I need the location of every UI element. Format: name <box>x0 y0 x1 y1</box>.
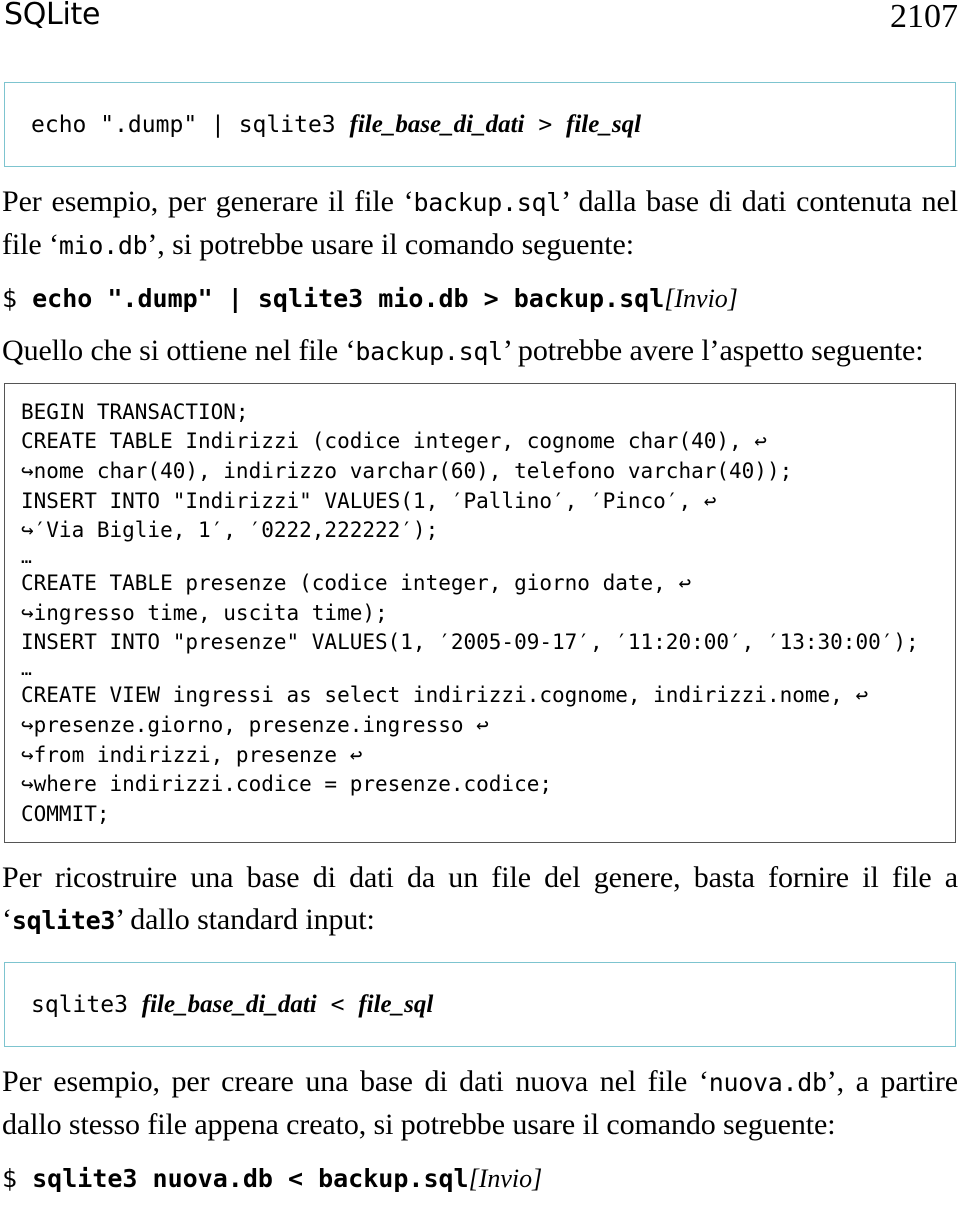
syntax-line: echo ".dump" | sqlite3 file_base_di_dati… <box>31 109 935 140</box>
inline-code-mio-db: mio.db <box>58 230 148 260</box>
paragraph-result-intro: Quello che si ottiene nel file ‘backup.s… <box>2 330 958 373</box>
inline-code-nuova-db: nuova.db <box>708 1067 827 1097</box>
shell-command-restore: $ sqlite3 nuova.db < backup.sql[Invio] <box>2 1162 958 1196</box>
listing-code-line: CREATE VIEW ingressi as select indirizzi… <box>21 683 869 708</box>
paragraph-text: Per esempio, per creare una base di dati… <box>2 1064 709 1098</box>
syntax-box-restore: sqlite3 file_base_di_dati < file_sql <box>4 961 956 1047</box>
listing-code-line: INSERT INTO "Indirizzi" VALUES(1, ′Palli… <box>21 488 717 513</box>
shell-command-dump: $ echo ".dump" | sqlite3 mio.db > backup… <box>2 282 958 316</box>
page-number: 2107 <box>890 0 958 35</box>
syntax-placeholder-database: file_base_di_dati <box>141 990 317 1018</box>
listing-code-line: INSERT INTO "presenze" VALUES(1, ′2005-0… <box>21 630 919 655</box>
inline-code-backup-sql: backup.sql <box>413 188 562 218</box>
page-body: echo ".dump" | sqlite3 file_base_di_dati… <box>0 82 960 1210</box>
syntax-placeholder-sqlfile: file_sql <box>566 111 642 138</box>
syntax-text-operator: < <box>316 991 359 1018</box>
listing-ellipsis: … <box>21 659 33 681</box>
paragraph-example-restore: Per esempio, per creare una base di dati… <box>2 1061 958 1146</box>
listing-code-line: ↪′Via Biglie, 1′, ′0222,222222′); <box>21 518 439 543</box>
listing-code-line: ↪where indirizzi.codice = presenze.codic… <box>21 772 553 797</box>
listing-code-line: ↪presenze.giorno, presenze.ingresso ↩ <box>21 713 489 738</box>
paragraph-example-generate: Per esempio, per generare il file ‘backu… <box>2 181 958 266</box>
syntax-box-dump: echo ".dump" | sqlite3 file_base_di_dati… <box>4 82 956 168</box>
syntax-text-prefix: echo ".dump" | sqlite3 <box>31 112 350 138</box>
paragraph-text: Per esempio, per generare il file ‘ <box>2 185 414 219</box>
syntax-text-operator: > <box>524 112 567 138</box>
listing-code-line: ↪ingresso time, uscita time); <box>21 600 388 625</box>
enter-key-label: [Invio] <box>664 284 738 314</box>
listing-code-line: CREATE TABLE Indirizzi (codice integer, … <box>21 429 767 454</box>
shell-prompt: $ <box>2 1164 33 1194</box>
paragraph-text: ’, si potrebbe usare il comando seguente… <box>147 227 634 261</box>
shell-command-text: sqlite3 nuova.db < backup.sql <box>32 1164 469 1194</box>
page-header-title: SQLite <box>4 0 101 32</box>
inline-code-backup-sql: backup.sql <box>355 337 503 367</box>
listing-code-line: BEGIN TRANSACTION; <box>21 399 249 424</box>
inline-code-sqlite3: sqlite3 <box>11 906 116 936</box>
listing-code-line: ↪from indirizzi, presenze ↩ <box>21 742 363 767</box>
sql-dump-listing: BEGIN TRANSACTION; CREATE TABLE Indirizzi… <box>4 382 956 843</box>
page-header: SQLite 2107 <box>0 0 960 52</box>
shell-prompt: $ <box>2 284 33 314</box>
shell-command-text: echo ".dump" | sqlite3 mio.db > backup.s… <box>32 284 665 314</box>
syntax-text-prefix: sqlite3 <box>31 991 142 1018</box>
enter-key-label: [Invio] <box>468 1164 543 1194</box>
paragraph-text: ’ dallo standard input: <box>115 903 375 937</box>
listing-code-line: CREATE TABLE presenze (codice integer, g… <box>21 571 692 596</box>
paragraph-text: ’ potrebbe avere l’aspetto seguente: <box>502 334 924 368</box>
syntax-line: sqlite3 file_base_di_dati < file_sql <box>31 989 935 1020</box>
paragraph-restore-intro: Per ricostruire una base di dati da un f… <box>2 857 958 942</box>
listing-code-line: ↪nome char(40), indirizzo varchar(60), t… <box>21 459 793 484</box>
paragraph-text: Quello che si ottiene nel file ‘ <box>2 334 356 368</box>
listing-ellipsis: … <box>21 546 33 568</box>
syntax-placeholder-database: file_base_di_dati <box>349 111 525 138</box>
listing-code-line: COMMIT; <box>21 801 110 826</box>
syntax-placeholder-sqlfile: file_sql <box>358 990 434 1018</box>
